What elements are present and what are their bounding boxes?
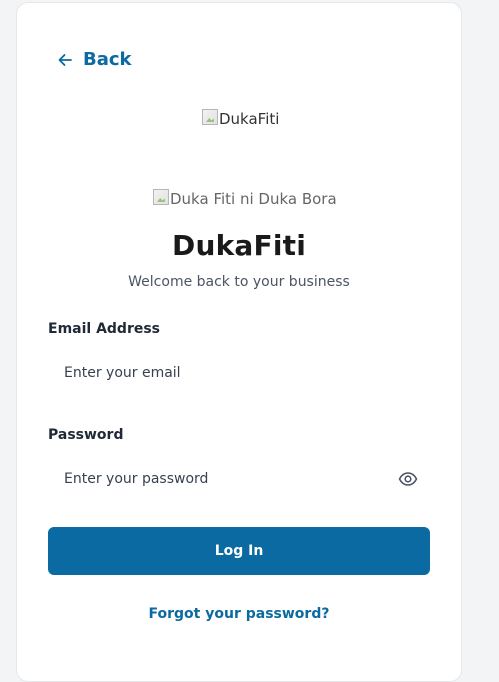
forgot-password-link[interactable]: Forgot your password? <box>17 606 461 622</box>
brand-subtitle: Welcome back to your business <box>128 274 350 290</box>
login-button[interactable]: Log In <box>48 527 430 575</box>
login-card: Back DukaFiti Duka Fiti ni Duka Bora Duk… <box>16 2 462 682</box>
email-field[interactable] <box>48 350 430 396</box>
tagline-alt-text: Duka Fiti ni Duka Bora <box>170 190 337 208</box>
password-label: Password <box>48 427 124 443</box>
logo-image: DukaFiti <box>202 109 279 129</box>
brand-title: DukaFiti <box>172 229 306 262</box>
password-field[interactable] <box>48 456 430 502</box>
logo-alt-text: DukaFiti <box>219 110 280 128</box>
back-link[interactable]: Back <box>57 49 132 70</box>
back-label: Back <box>83 49 132 70</box>
broken-image-icon <box>153 189 169 205</box>
eye-icon[interactable] <box>398 469 418 489</box>
tagline-image: Duka Fiti ni Duka Bora <box>153 189 337 209</box>
email-label: Email Address <box>48 321 161 337</box>
broken-image-icon <box>202 109 218 125</box>
arrow-left-icon <box>57 52 73 68</box>
